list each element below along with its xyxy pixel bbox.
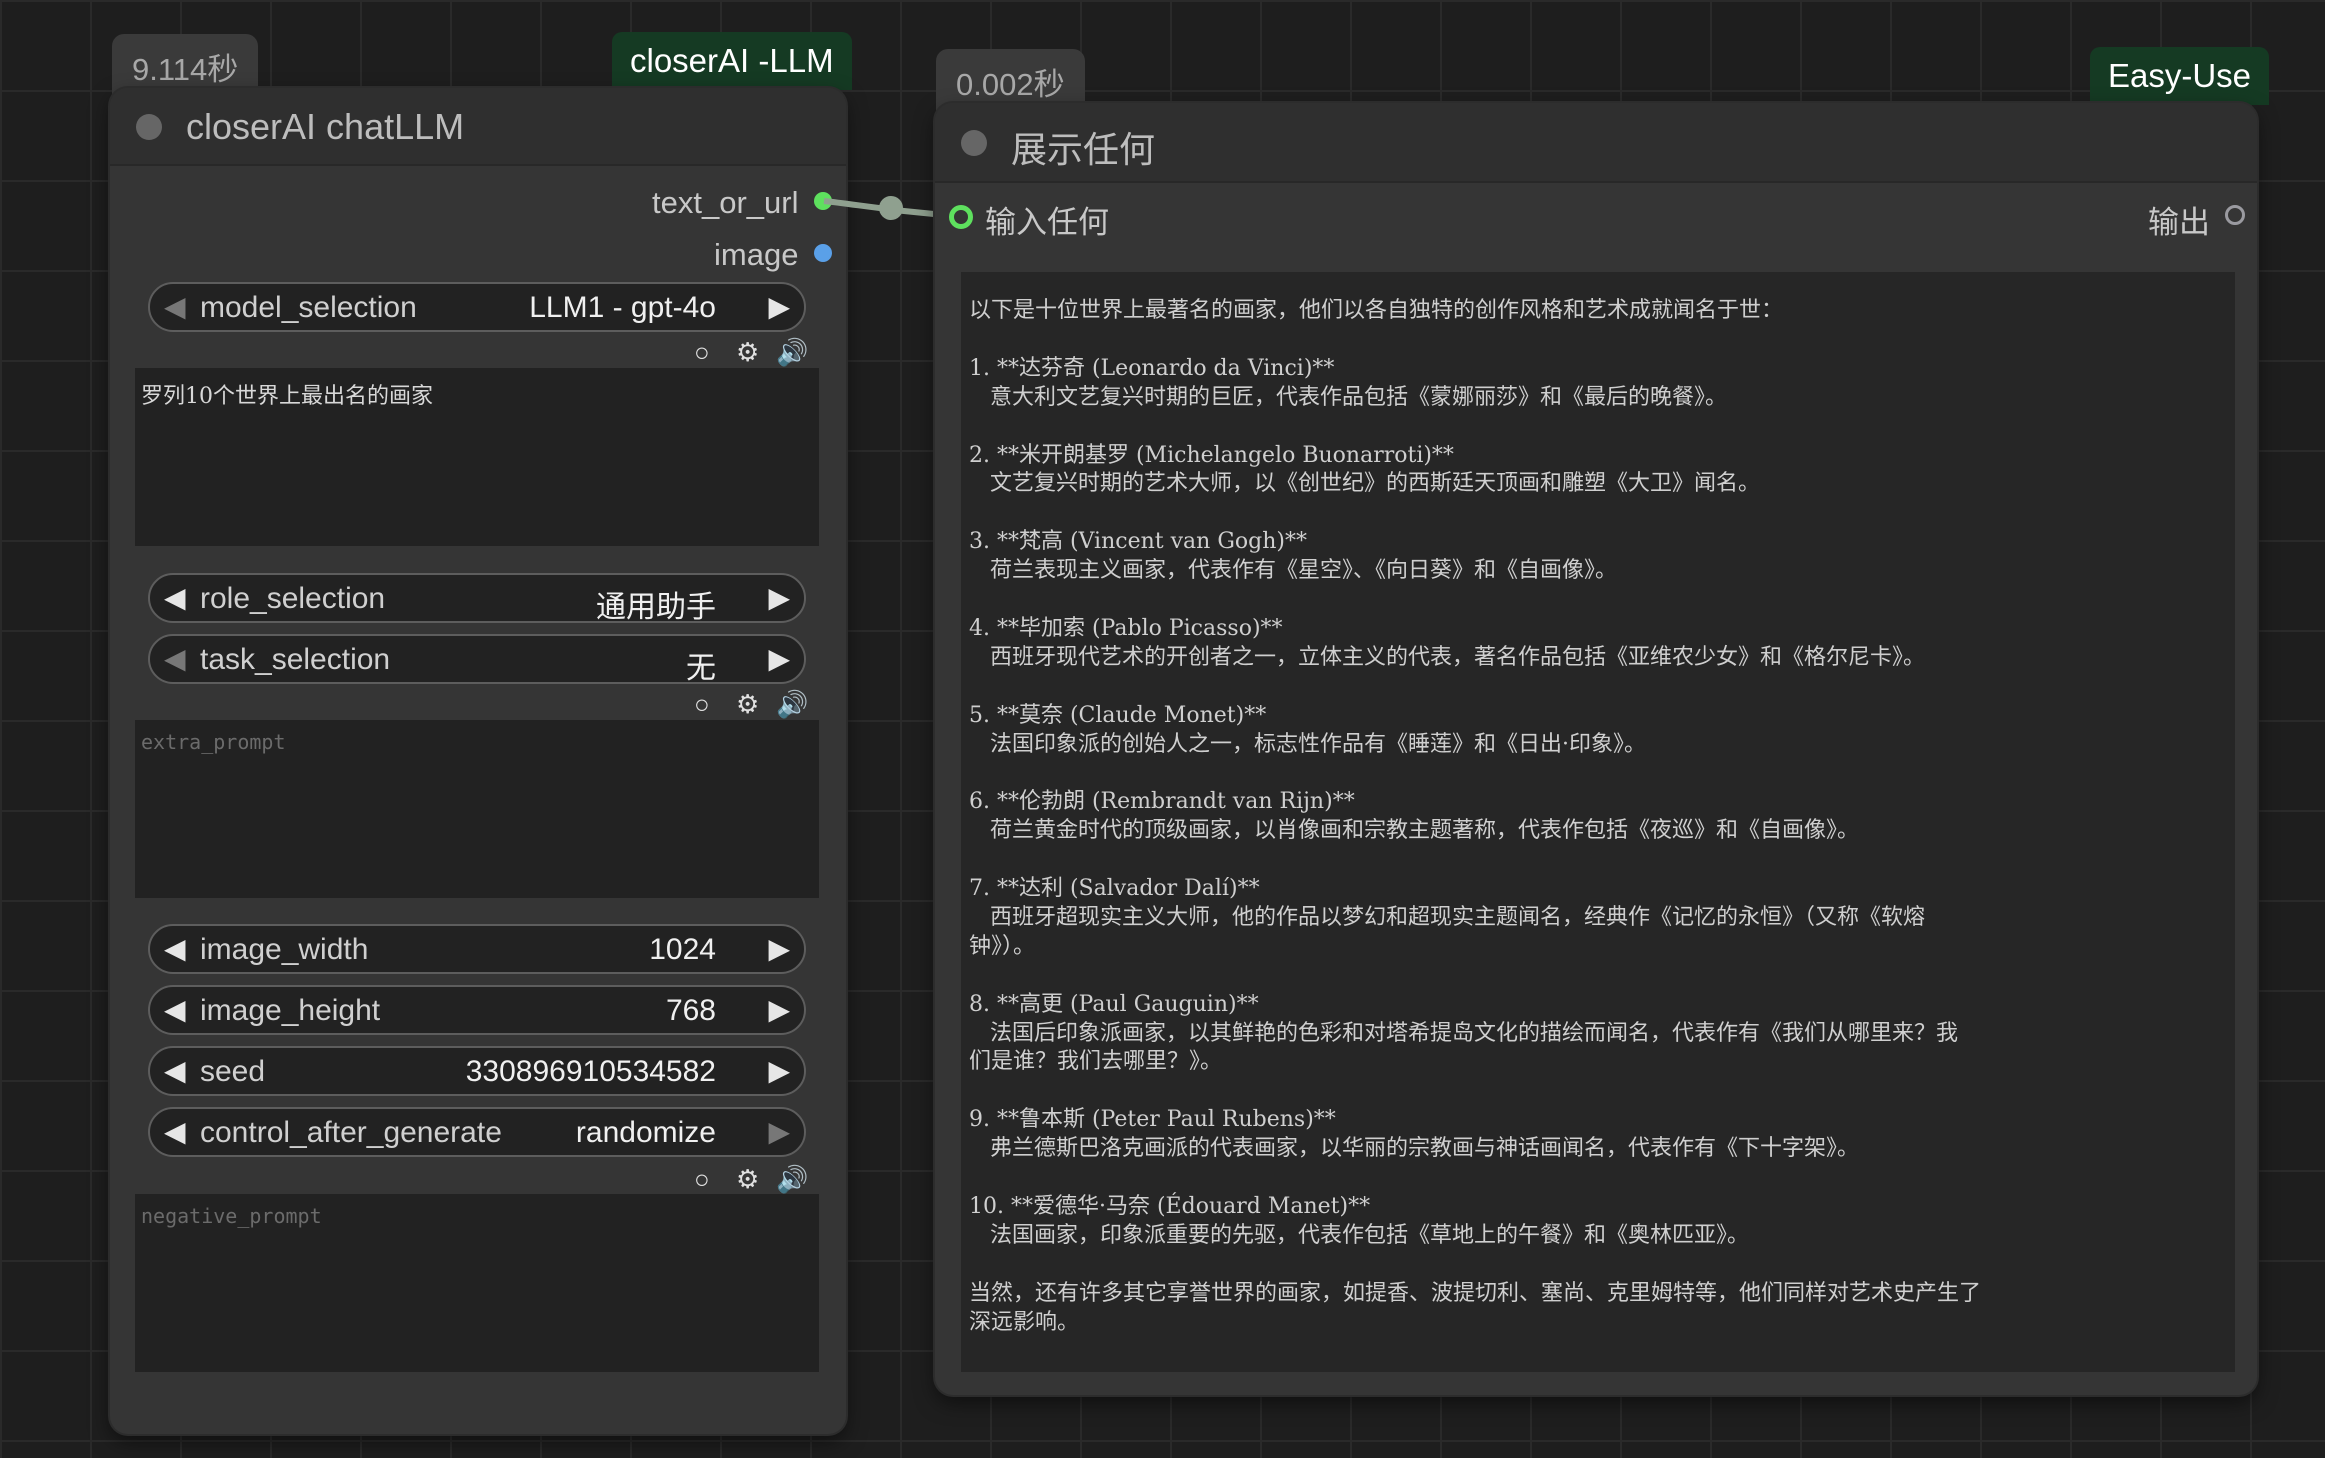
output-line: 法国画家，印象派重要的先驱，代表作包括《草地上的午餐》和《奥林匹亚》。: [969, 1222, 1749, 1248]
input-label: 输入任何: [985, 205, 1109, 240]
output-label: 输出: [2148, 205, 2210, 240]
output-line: 当然，还有许多其它享誉世界的画家，如提香、波提切利、塞尚、克里姆特等，他们同样对…: [969, 1280, 1982, 1306]
output-line: 7. **达利 (Salvador Dalí)**: [969, 876, 1260, 901]
output-line: 文艺复兴时期的艺术大师，以《创世纪》的西斯廷天顶画和雕塑《大卫》闻名。: [969, 471, 1760, 497]
output-line: 8. **高更 (Paul Gauguin)**: [969, 991, 1259, 1017]
output-line: 意大利文艺复兴时期的巨匠，代表作品包括《蒙娜丽莎》和《最后的晚餐》。: [969, 384, 1727, 410]
output-line: 6. **伦勃朗 (Rembrandt van Rijn)**: [969, 789, 1355, 815]
output-line: 4. **毕加索 (Pablo Picasso)**: [969, 615, 1283, 641]
group-badge[interactable]: Easy-Use: [2090, 47, 2270, 105]
output-dot[interactable]: [2225, 205, 2245, 225]
node-title: 展示任何: [1011, 129, 1156, 170]
node-title-bar[interactable]: 展示任何: [935, 103, 2257, 183]
output-line: 以下是十位世界上最著名的画家，他们以各自独特的创作风格和艺术成就闻名于世：: [969, 298, 1784, 323]
link-midpoint-dot: [879, 196, 903, 220]
input-dot[interactable]: [949, 205, 973, 229]
output-line: 弗兰德斯巴洛克画派的代表画家，以华丽的宗教画与神话画闻名，代表作有《下十字架》。: [969, 1136, 1859, 1162]
output-line: 10. **爱德华·马奈 (Édouard Manet)**: [969, 1193, 1371, 1219]
output-line: 钟》）。: [969, 933, 1036, 959]
output-line: 深远影响。: [969, 1309, 1080, 1335]
output-line: 3. **梵高 (Vincent van Gogh)**: [969, 529, 1307, 555]
output-line: 9. **鲁本斯 (Peter Paul Rubens)**: [969, 1107, 1336, 1133]
collapse-dot-icon[interactable]: [961, 130, 987, 156]
output-line: 荷兰表现主义画家，代表作有《星空》、《向日葵》和《自画像》。: [969, 558, 1617, 584]
output-line: 2. **米开朗基罗 (Michelangelo Buonarroti)**: [969, 442, 1454, 468]
output-line: 5. **莫奈 (Claude Monet)**: [969, 702, 1267, 728]
output-line: 法国印象派的创始人之一，标志性作品有《睡莲》和《日出·印象》。: [969, 731, 1646, 757]
output-line: 西班牙超现实主义大师，他的作品以梦幻和超现实主题闻名，经典作《记忆的永恒》（又称…: [969, 904, 1925, 930]
output-line: 西班牙现代艺术的开创者之一，立体主义的代表，著名作品包括《亚维农少女》和《格尔尼…: [969, 644, 1925, 670]
output-line: 们是谁？我们去哪里？》。: [969, 1049, 1223, 1075]
output-line: 法国后印象派画家，以其鲜艳的色彩和对塔希提岛文化的描绘而闻名，代表作有《我们从哪…: [969, 1020, 1958, 1046]
output-line: 1. **达芬奇 (Leonardo da Vinci)**: [969, 355, 1335, 381]
output-line: 荷兰黄金时代的顶级画家，以肖像画和宗教主题著称，代表作包括《夜巡》和《自画像》。: [969, 818, 1859, 844]
output-text-display[interactable]: 以下是十位世界上最著名的画家，他们以各自独特的创作风格和艺术成就闻名于世： 1. …: [961, 272, 2235, 1372]
